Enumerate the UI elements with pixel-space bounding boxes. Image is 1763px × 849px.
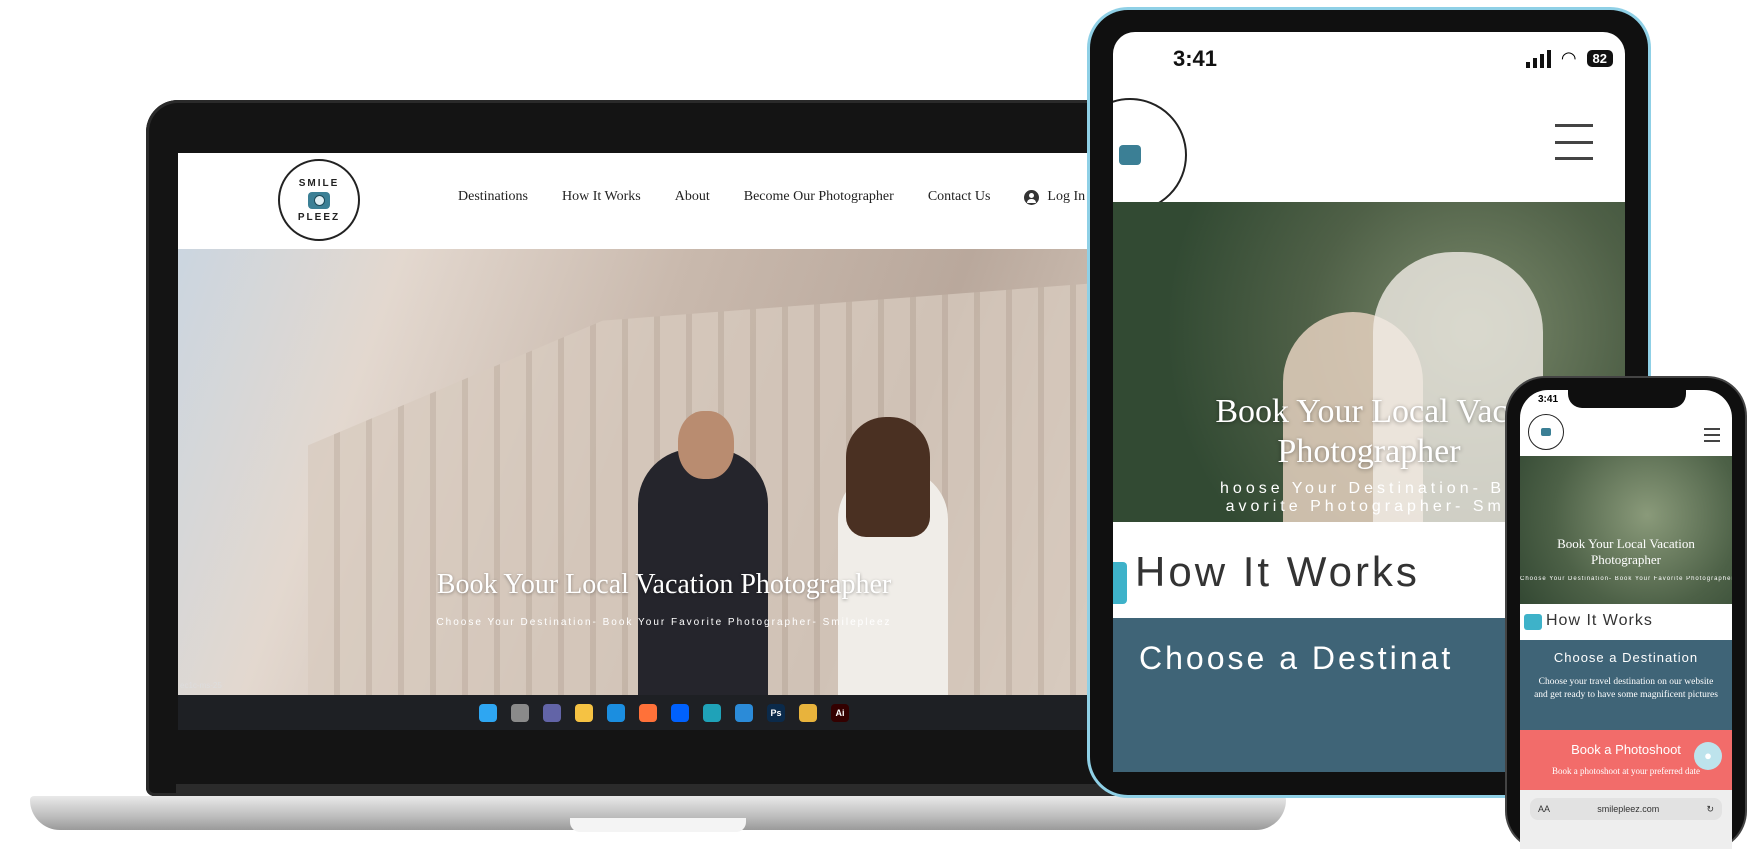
main-nav: Destinations How It Works About Become O…: [458, 189, 1085, 205]
hero-section: Book Your Local Vacation Photographer Ch…: [178, 249, 1150, 695]
reload-icon[interactable]: ↻: [1706, 804, 1714, 815]
firefox-icon[interactable]: [639, 703, 657, 722]
edge-icon[interactable]: [703, 703, 721, 722]
laptop-hinge: [176, 784, 1152, 796]
user-icon: [1024, 189, 1040, 205]
tablet-status-icons: ◠ 82: [1525, 48, 1613, 69]
login-label: Log In: [1047, 189, 1086, 204]
phone-how-it-works: How It Works: [1520, 604, 1732, 640]
tablet-time: 3:41: [1173, 46, 1218, 71]
camera-icon: [1541, 428, 1551, 436]
phone-hero-title: Book Your Local Vacation Photographer: [1520, 536, 1732, 568]
laptop-notch: [570, 818, 746, 832]
hero-groom-head: [678, 411, 734, 479]
tablet-site-logo[interactable]: [1113, 98, 1187, 212]
url-bar[interactable]: AA smilepleez.com ↻: [1530, 798, 1722, 820]
corner-note: ec1c-ms-25: [180, 681, 222, 690]
chat-icon[interactable]: ●: [1694, 742, 1722, 770]
login-button[interactable]: Log In: [1024, 189, 1085, 205]
hero-title: Book Your Local Vacation Photographer: [436, 569, 892, 600]
site-logo[interactable]: SMILE PLEEZ: [278, 159, 360, 241]
phone-time: 3:41: [1538, 394, 1559, 405]
windows-taskbar: Ps Ai: [178, 695, 1150, 730]
camera-icon: [1119, 145, 1141, 165]
tablet-choose-title: Choose a Destinat: [1139, 640, 1454, 676]
text-size-button[interactable]: AA: [1538, 804, 1550, 814]
nav-about[interactable]: About: [675, 189, 710, 205]
nav-become-photographer[interactable]: Become Our Photographer: [744, 189, 894, 205]
phone-screen: 3:41 Book Your Local Vacation Photograph…: [1520, 390, 1732, 849]
site-header: SMILE PLEEZ Destinations How It Works Ab…: [178, 153, 1150, 249]
task-view-icon[interactable]: [511, 703, 529, 722]
hero-subtitle: Choose Your Destination- Book Your Favor…: [436, 617, 892, 628]
phone-menu-icon[interactable]: [1704, 428, 1720, 442]
dropbox-icon[interactable]: [671, 703, 689, 722]
laptop-screen: SMILE PLEEZ Destinations How It Works Ab…: [178, 153, 1150, 730]
phone-choose-panel: Choose a Destination Choose your travel …: [1520, 640, 1732, 730]
illustrator-icon[interactable]: Ai: [831, 703, 849, 722]
nav-destinations[interactable]: Destinations: [458, 189, 528, 205]
phone-hero-title-line2: Photographer: [1590, 552, 1662, 567]
camera-icon: [308, 191, 330, 209]
mail-icon[interactable]: [607, 703, 625, 722]
wifi-icon: ◠: [1560, 48, 1577, 68]
phone-site-logo[interactable]: [1528, 414, 1564, 450]
signal-icon: [1525, 49, 1551, 68]
nav-how-it-works[interactable]: How It Works: [562, 189, 641, 205]
teams-icon[interactable]: [543, 703, 561, 722]
phone-choose-text: Choose your travel destination on our we…: [1534, 677, 1718, 700]
safari-bottom-bar: AA smilepleez.com ↻: [1520, 790, 1732, 849]
hero-bride-hair: [846, 417, 930, 537]
phone-how-title: How It Works: [1546, 612, 1653, 629]
battery-icon: 82: [1586, 50, 1613, 67]
nav-contact-us[interactable]: Contact Us: [928, 189, 991, 205]
camera-icon: [1113, 562, 1127, 604]
chrome-icon[interactable]: [799, 703, 817, 722]
tablet-menu-icon[interactable]: [1555, 124, 1593, 160]
dynamic-island: [1568, 390, 1686, 408]
tablet-how-title: How It Works: [1135, 548, 1420, 595]
photoshop-icon[interactable]: Ps: [767, 703, 785, 722]
phone-choose-title: Choose a Destination: [1553, 650, 1699, 665]
security-icon[interactable]: [735, 703, 753, 722]
url-text: smilepleez.com: [1597, 804, 1660, 814]
phone-hero: Book Your Local Vacation Photographer Ch…: [1520, 456, 1732, 604]
logo-text-top: SMILE: [298, 177, 340, 189]
windows-start-icon[interactable]: [479, 703, 497, 722]
phone-hero-subtitle: Choose Your Destination- Book Your Favor…: [1520, 576, 1732, 582]
logo-text-bottom: PLEEZ: [297, 211, 341, 223]
phone-hero-title-line1: Book Your Local Vacation: [1557, 536, 1695, 551]
camera-icon: [1524, 614, 1542, 630]
file-explorer-icon[interactable]: [575, 703, 593, 722]
